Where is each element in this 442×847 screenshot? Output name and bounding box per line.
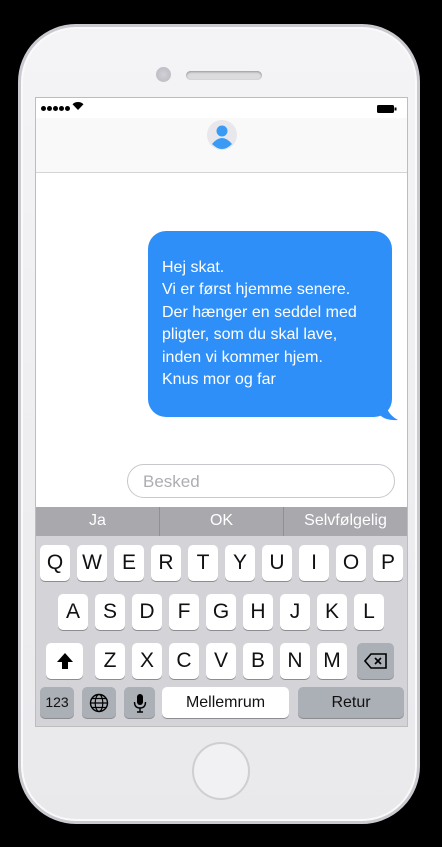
key-c[interactable]: C xyxy=(169,643,199,679)
message-line: inden vi kommer hjem. xyxy=(162,348,323,366)
backspace-icon xyxy=(363,653,387,670)
key-f[interactable]: F xyxy=(169,594,199,630)
key-o[interactable]: O xyxy=(336,545,366,581)
predictive-bar: Ja OK Selvfølgelig xyxy=(36,507,407,536)
conversation-header xyxy=(36,118,407,173)
key-h[interactable]: H xyxy=(243,594,273,630)
key-q[interactable]: Q xyxy=(40,545,70,581)
key-z[interactable]: Z xyxy=(95,643,125,679)
key-y[interactable]: Y xyxy=(225,545,255,581)
shift-key[interactable] xyxy=(46,643,83,679)
key-l[interactable]: L xyxy=(354,594,384,630)
key-j[interactable]: J xyxy=(280,594,310,630)
space-key[interactable]: Mellemrum xyxy=(162,687,289,718)
key-i[interactable]: I xyxy=(299,545,329,581)
key-k[interactable]: K xyxy=(317,594,347,630)
signal-strength-icon xyxy=(41,106,70,111)
key-x[interactable]: X xyxy=(132,643,162,679)
suggestion-ja[interactable]: Ja xyxy=(36,507,160,536)
message-line: Hej skat. xyxy=(162,259,225,276)
key-d[interactable]: D xyxy=(132,594,162,630)
key-n[interactable]: N xyxy=(280,643,310,679)
message-input-container xyxy=(127,464,395,498)
person-icon[interactable] xyxy=(207,120,237,150)
microphone-icon xyxy=(133,694,146,714)
message-line: pligter, som du skal lave, xyxy=(162,326,338,344)
suggestion-ok[interactable]: OK xyxy=(160,507,284,536)
microphone-key[interactable] xyxy=(124,687,155,718)
phone-frame: Hej skat. Vi er først hjemme senere. Der… xyxy=(18,24,420,824)
key-p[interactable]: P xyxy=(373,545,403,581)
message-input[interactable] xyxy=(141,466,385,498)
globe-key[interactable] xyxy=(82,687,116,718)
key-r[interactable]: R xyxy=(151,545,181,581)
key-s[interactable]: S xyxy=(95,594,125,630)
return-key[interactable]: Retur xyxy=(298,687,404,718)
message-line: Knus mor og far xyxy=(162,371,276,389)
key-v[interactable]: V xyxy=(206,643,236,679)
keyboard: Q W E R T Y U I O P A S D F G H J K L Z … xyxy=(36,536,407,726)
key-u[interactable]: U xyxy=(262,545,292,581)
home-button[interactable] xyxy=(192,742,250,800)
message-line: Vi er først hjemme senere. xyxy=(162,281,351,299)
status-bar xyxy=(36,98,407,118)
key-b[interactable]: B xyxy=(243,643,273,679)
shift-arrow-icon xyxy=(56,653,73,670)
outgoing-message-bubble[interactable]: Hej skat. Vi er først hjemme senere. Der… xyxy=(148,231,392,417)
key-e[interactable]: E xyxy=(114,545,144,581)
earpiece-speaker xyxy=(186,71,262,80)
screen: Hej skat. Vi er først hjemme senere. Der… xyxy=(35,97,408,727)
bubble-tail xyxy=(378,393,398,421)
numbers-key[interactable]: 123 xyxy=(40,687,74,718)
message-line: Der hænger en seddel med xyxy=(162,303,357,321)
battery-icon xyxy=(377,105,397,113)
key-t[interactable]: T xyxy=(188,545,218,581)
key-m[interactable]: M xyxy=(317,643,347,679)
key-w[interactable]: W xyxy=(77,545,107,581)
key-a[interactable]: A xyxy=(58,594,88,630)
delete-key[interactable] xyxy=(357,643,394,679)
front-camera xyxy=(156,67,171,82)
suggestion-selvfolgelig[interactable]: Selvfølgelig xyxy=(284,507,407,536)
wifi-icon xyxy=(72,102,84,110)
globe-icon xyxy=(89,694,109,713)
message-thread: Hej skat. Vi er først hjemme senere. Der… xyxy=(36,173,407,468)
key-g[interactable]: G xyxy=(206,594,236,630)
